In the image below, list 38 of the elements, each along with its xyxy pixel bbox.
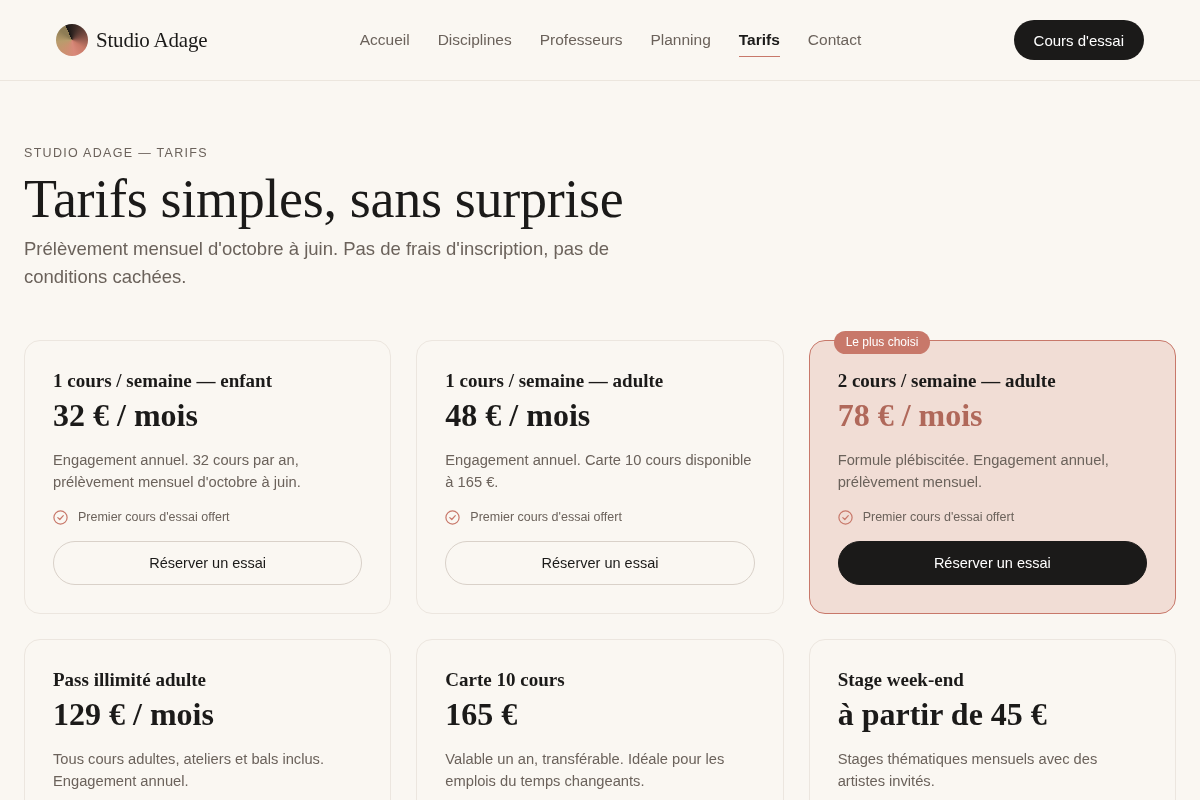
- eyebrow-label: STUDIO ADAGE — TARIFS: [24, 145, 209, 161]
- plan-name: 1 cours / semaine — enfant: [53, 369, 273, 393]
- plan-description: Engagement annuel. Carte 10 cours disponible à 165 €.: [445, 451, 753, 492]
- plan-price: 32 € / mois: [53, 397, 199, 433]
- plan-price: 165 €: [445, 696, 519, 732]
- check-circle-icon: [445, 509, 461, 525]
- trial-button[interactable]: Cours d'essai: [1013, 20, 1144, 60]
- nav-link[interactable]: Professeurs: [539, 29, 623, 57]
- perk-text: Premier cours d'essai offert: [78, 509, 230, 526]
- nav-link[interactable]: Tarifs: [738, 29, 780, 57]
- plan-description: Tous cours adultes, ateliers et bals inclus. Engagement annuel.: [53, 750, 326, 791]
- plan-description: Valable un an, transférable. Idéale pour les emplois du temps changeants.: [445, 750, 726, 791]
- plan-name: Stage week-end: [837, 668, 965, 692]
- perk-text: Premier cours d'essai offert: [862, 509, 1015, 526]
- plan-description: Formule plébiscitée. Engagement annuel, prélèvement mensuel.: [837, 451, 1110, 492]
- popular-badge: Le plus choisi: [833, 331, 931, 354]
- brand-name[interactable]: Studio Adage: [96, 27, 208, 53]
- plan-price: 48 € / mois: [445, 397, 592, 433]
- nav-link[interactable]: Disciplines: [437, 29, 512, 57]
- plan-name: Pass illimité adulte: [53, 668, 208, 692]
- nav-link[interactable]: Contact: [807, 29, 862, 57]
- plan-name: 2 cours / semaine — adulte: [837, 369, 1057, 393]
- plan-price: 129 € / mois: [53, 696, 215, 732]
- plan-name: 1 cours / semaine — adulte: [445, 369, 665, 393]
- check-circle-icon: [837, 509, 853, 525]
- nav-link[interactable]: Planning: [650, 29, 711, 57]
- plan-price: 78 € / mois: [837, 397, 984, 433]
- plan-description: Stages thématiques mensuels avec des artistes invités.: [837, 750, 1099, 791]
- logo-icon[interactable]: [56, 24, 88, 56]
- reserve-button[interactable]: Réserver un essai: [837, 541, 1147, 585]
- nav-link[interactable]: Accueil: [359, 29, 410, 57]
- check-circle-icon: [53, 509, 68, 525]
- plan-price: à partir de 45 €: [837, 696, 1048, 732]
- perk-text: Premier cours d'essai offert: [470, 509, 622, 526]
- page-subtitle: Prélèvement mensuel d'octobre à juin. Pas de frais d'inscription, pas de conditions cachées.: [24, 237, 610, 289]
- plan-name: Carte 10 cours: [445, 668, 566, 692]
- page-title: Tarifs simples, sans surprise: [24, 169, 625, 229]
- plan-description: Engagement annuel. 32 cours par an, prélèvement mensuel d'octobre à juin.: [53, 451, 302, 492]
